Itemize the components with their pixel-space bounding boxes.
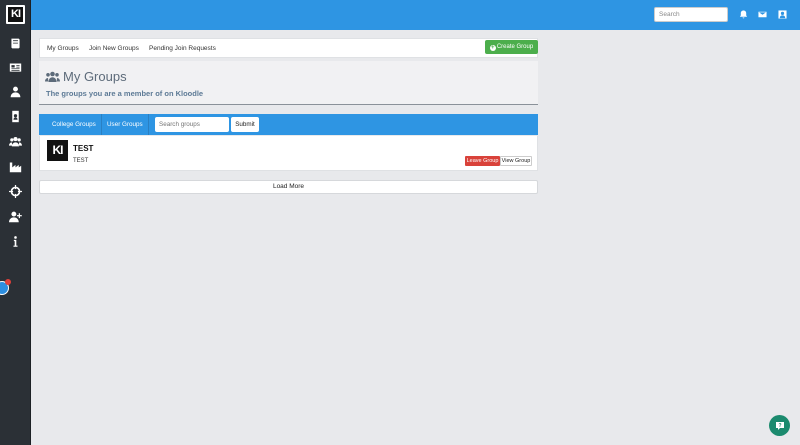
svg-text:?: ? xyxy=(778,423,781,429)
notification-dot xyxy=(5,279,11,285)
group-description: TEST xyxy=(73,158,89,164)
industry-icon[interactable] xyxy=(7,158,23,174)
group-tabs-panel: My Groups Join New Groups Pending Join R… xyxy=(39,38,538,58)
users-icon[interactable] xyxy=(7,133,23,149)
page-title: My Groups xyxy=(63,69,127,84)
plus-circle-icon: + xyxy=(489,45,496,51)
top-navbar xyxy=(31,0,800,30)
group-card: KI TEST TEST Leave Group View Group xyxy=(39,136,538,171)
bell-icon[interactable] xyxy=(739,10,748,19)
group-search-input[interactable] xyxy=(155,117,229,132)
newspaper-icon[interactable] xyxy=(7,59,23,75)
tab-college-groups[interactable]: College Groups xyxy=(39,114,102,135)
tab-my-groups[interactable]: My Groups xyxy=(47,39,79,59)
info-icon[interactable] xyxy=(7,233,23,249)
leave-group-button[interactable]: Leave Group xyxy=(465,156,500,166)
users-icon xyxy=(45,71,60,82)
help-chat-icon: ? xyxy=(775,421,784,430)
help-button[interactable]: ? xyxy=(769,415,790,436)
group-logo: KI xyxy=(47,140,68,161)
submit-button[interactable]: Submit xyxy=(231,117,259,132)
create-group-button[interactable]: + Create Group xyxy=(485,40,538,54)
load-more-button[interactable]: Load More xyxy=(39,180,538,194)
sidebar: KI xyxy=(0,0,31,445)
global-search-input[interactable] xyxy=(654,7,728,22)
app-logo[interactable]: KI xyxy=(6,5,25,24)
crosshairs-icon[interactable] xyxy=(7,183,23,199)
id-badge-icon[interactable] xyxy=(7,108,23,124)
page-subtitle: The groups you are a member of on Kloodl… xyxy=(46,89,204,98)
view-group-button[interactable]: View Group xyxy=(500,156,532,166)
user-plus-icon[interactable] xyxy=(7,208,23,224)
profile-icon[interactable] xyxy=(778,10,787,19)
envelope-icon[interactable] xyxy=(758,10,767,19)
user-icon[interactable] xyxy=(7,83,23,99)
app-logo-text: KI xyxy=(8,7,23,22)
group-filter-bar: College Groups User Groups Submit xyxy=(39,114,538,135)
book-icon[interactable] xyxy=(7,35,23,51)
tab-user-groups[interactable]: User Groups xyxy=(102,114,149,135)
group-name: TEST xyxy=(73,144,94,153)
tab-pending-join-requests[interactable]: Pending Join Requests xyxy=(149,39,216,59)
tab-join-new-groups[interactable]: Join New Groups xyxy=(89,39,139,59)
create-group-label: Create Group xyxy=(496,44,534,50)
page-header: My Groups The groups you are a member of… xyxy=(39,61,538,105)
